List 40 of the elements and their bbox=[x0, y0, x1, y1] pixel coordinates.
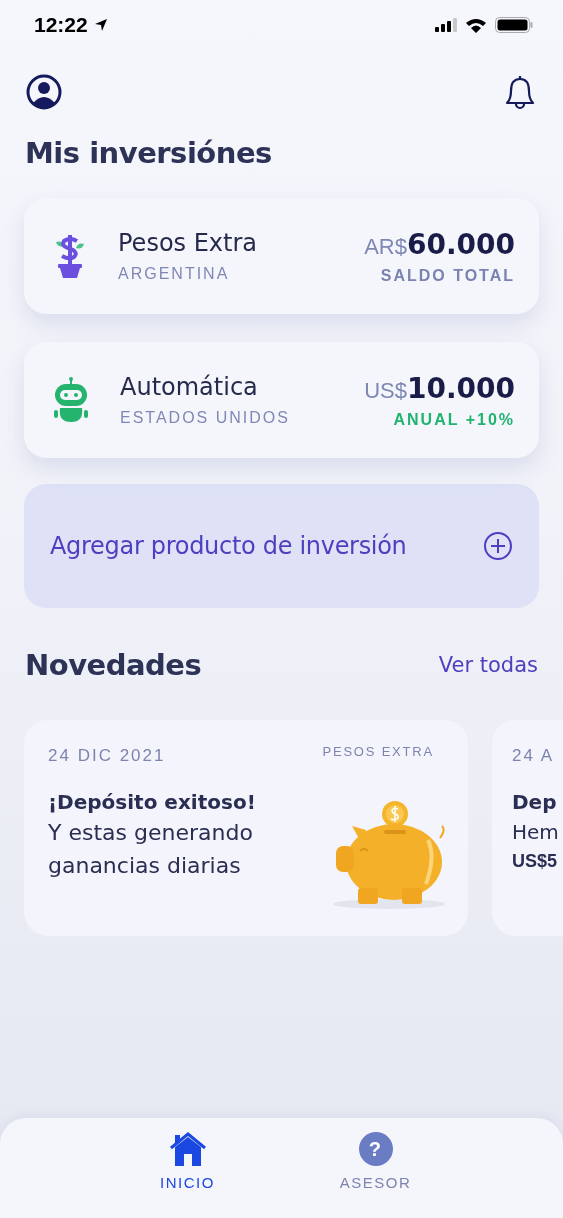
user-avatar-icon[interactable] bbox=[26, 74, 62, 110]
tab-item[interactable]: ? ASESOR bbox=[325, 1132, 426, 1218]
news-amount: US$5 bbox=[512, 851, 559, 872]
news-date: 24 A bbox=[512, 746, 555, 766]
news-card[interactable]: 24 A Dep Hem US$5 bbox=[492, 720, 563, 936]
product-country: ARGENTINA bbox=[118, 265, 231, 283]
news-body: Hem bbox=[512, 819, 560, 846]
wifi-icon bbox=[465, 17, 487, 33]
section-title: Novedades bbox=[25, 648, 202, 682]
amount-caption: ANUAL +10% bbox=[393, 410, 515, 429]
amount-value: 60.000 bbox=[406, 227, 515, 261]
news-tag: PESOS EXTRA bbox=[322, 744, 434, 766]
home-icon bbox=[169, 1132, 206, 1166]
news-headline: Dep bbox=[512, 790, 558, 814]
notification-bell-icon[interactable] bbox=[503, 74, 537, 112]
battery-icon bbox=[495, 17, 533, 33]
currency-label: AR$ bbox=[364, 233, 407, 260]
robot-icon bbox=[52, 376, 90, 424]
product-name: Automática bbox=[120, 373, 259, 401]
amount-value: 10.000 bbox=[406, 371, 515, 405]
location-arrow-icon bbox=[93, 18, 108, 32]
help-icon: ? bbox=[358, 1132, 393, 1166]
piggy-bank-icon bbox=[332, 798, 446, 910]
amount-caption: SALDO TOTAL bbox=[380, 266, 515, 285]
add-product-button[interactable]: Agregar producto de inversión bbox=[24, 484, 539, 608]
page-title: Mis inversiónes bbox=[25, 136, 273, 170]
tab-item[interactable]: INICIO bbox=[137, 1132, 238, 1218]
news-body: Y estas generando ganancias diarias bbox=[48, 819, 254, 880]
news-card[interactable]: 24 DIC 2021 PESOS EXTRA ¡Depósito exitoso! Y estas generando ganancias diarias bbox=[24, 720, 468, 936]
product-country: ESTADOS UNIDOS bbox=[120, 409, 291, 427]
signal-icon bbox=[435, 18, 457, 32]
investment-card[interactable]: Pesos Extra ARGENTINA AR$60.000 SALDO TOTAL bbox=[24, 198, 539, 314]
see-all-link[interactable]: Ver todas bbox=[438, 653, 538, 677]
plus-circle-icon bbox=[483, 531, 513, 561]
investment-card[interactable]: Automática ESTADOS UNIDOS US$10.000 ANUAL +10% bbox=[24, 342, 539, 458]
news-date: 24 DIC 2021 bbox=[48, 746, 166, 766]
status-time: 12:22 bbox=[34, 13, 88, 37]
currency-label: US$ bbox=[364, 377, 407, 404]
product-name: Pesos Extra bbox=[118, 229, 259, 257]
news-headline: ¡Depósito exitoso! bbox=[48, 790, 257, 814]
